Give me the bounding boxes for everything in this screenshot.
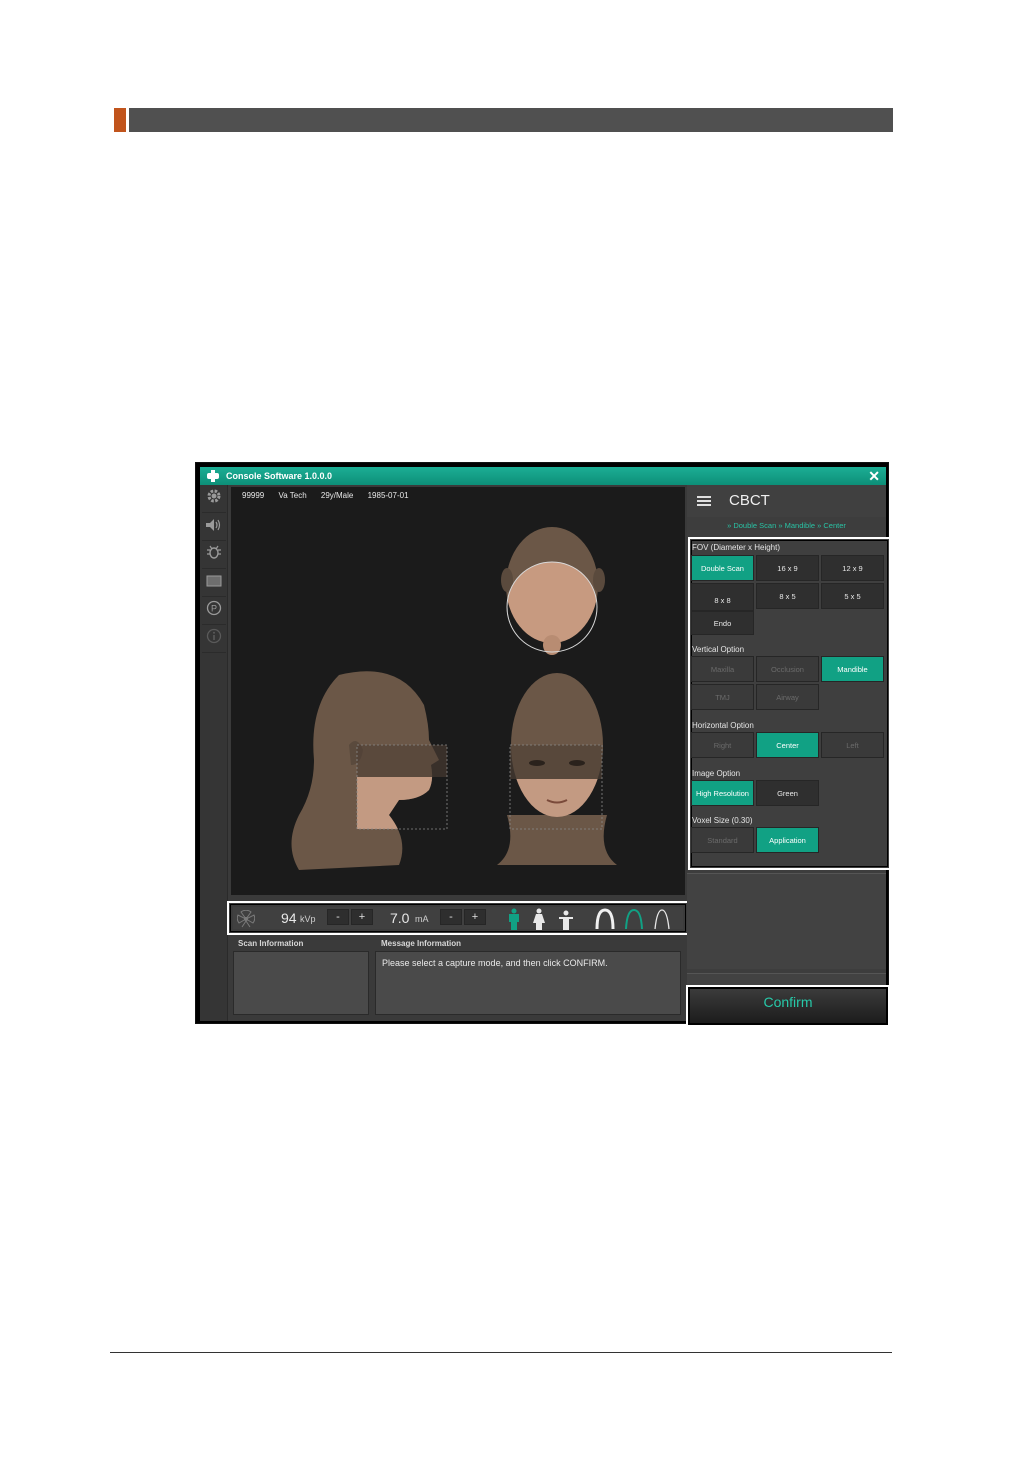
confirm-button-frame: Confirm xyxy=(686,985,890,1027)
voxel-option-standard[interactable]: Standard xyxy=(691,827,754,853)
horizontal-option-left[interactable]: Left xyxy=(821,732,884,758)
horizontal-option-center[interactable]: Center xyxy=(756,732,819,758)
gear-icon[interactable] xyxy=(202,487,226,513)
fov-label: FOV (Diameter x Height) xyxy=(692,543,781,552)
adult-large-icon[interactable] xyxy=(507,908,521,935)
scan-info-box xyxy=(233,951,369,1015)
speaker-icon[interactable] xyxy=(202,515,226,541)
vertical-option-tmj[interactable]: TMJ xyxy=(691,684,754,710)
window-title: Console Software 1.0.0.0 xyxy=(226,471,333,481)
console-window: Console Software 1.0.0.0 ✕ P 99999 Va Te… xyxy=(195,462,891,1024)
head-top-view xyxy=(501,527,605,655)
scan-info-header: Scan Information xyxy=(238,939,304,948)
document-section-header xyxy=(114,108,893,132)
patient-dob: 1985-07-01 xyxy=(367,491,409,500)
child-icon[interactable] xyxy=(558,910,574,935)
patient-name: Va Tech xyxy=(278,491,307,500)
head-front-view xyxy=(497,673,617,865)
vertical-option-mandible[interactable]: Mandible xyxy=(821,656,884,682)
image-option-high-resolution[interactable]: High Resolution xyxy=(691,780,754,806)
patient-age-sex: 29y/Male xyxy=(320,491,354,500)
horizontal-option-right[interactable]: Right xyxy=(691,732,754,758)
parking-icon[interactable]: P xyxy=(202,599,226,625)
vertical-option-occlusion[interactable]: Occlusion xyxy=(756,656,819,682)
exposure-control-bar: 94 kVp - + 7.0 mA - + xyxy=(227,901,689,935)
tool-sidebar: P xyxy=(200,485,228,1021)
bug-icon[interactable] xyxy=(202,543,226,569)
vertical-option-label: Vertical Option xyxy=(692,645,745,654)
fov-option-16x9[interactable]: 16 x 9 xyxy=(756,555,819,581)
patient-id: 99999 xyxy=(242,491,265,500)
footer-rule xyxy=(110,1352,892,1353)
ma-decrease-button[interactable]: - xyxy=(440,909,462,925)
kvp-increase-button[interactable]: + xyxy=(351,909,373,925)
kvp-unit: kVp xyxy=(300,914,316,924)
image-option-label: Image Option xyxy=(692,769,741,778)
ma-value: 7.0 xyxy=(390,910,410,926)
ma-unit: mA xyxy=(415,914,429,924)
breadcrumb: » Double Scan » Mandible » Center xyxy=(727,521,846,530)
menu-icon[interactable] xyxy=(697,496,711,506)
fov-option-12x9[interactable]: 12 x 9 xyxy=(821,555,884,581)
title-bar: Console Software 1.0.0.0 ✕ xyxy=(200,467,886,485)
fov-option-double-scan[interactable]: Double Scan xyxy=(691,555,754,581)
head-positioning-viewer: 99999 Va Tech 29y/Male 1985-07-01 xyxy=(231,487,685,895)
message-info-header: Message Information xyxy=(381,939,462,948)
head-side-view xyxy=(291,671,448,870)
kvp-decrease-button[interactable]: - xyxy=(327,909,349,925)
section-accent-marker xyxy=(114,108,126,132)
kvp-value: 94 xyxy=(281,910,297,926)
svg-text:P: P xyxy=(211,604,217,614)
horizontal-option-label: Horizontal Option xyxy=(692,721,754,730)
voxel-option-application[interactable]: Application xyxy=(756,827,819,853)
app-body: P 99999 Va Tech 29y/Male 1985-07-01 94 k… xyxy=(200,485,891,1021)
radiation-icon xyxy=(236,909,256,933)
vertical-option-airway[interactable]: Airway xyxy=(756,684,819,710)
message-text: Please select a capture mode, and then c… xyxy=(382,958,608,968)
arch-wide-icon[interactable] xyxy=(594,908,616,935)
patient-info: 99999 Va Tech 29y/Male 1985-07-01 xyxy=(242,491,421,500)
monitor-icon[interactable] xyxy=(202,571,226,597)
arch-narrow-icon[interactable] xyxy=(651,908,673,935)
message-info-box: Please select a capture mode, and then c… xyxy=(375,951,681,1015)
panel-spacer xyxy=(687,873,886,969)
capture-options: FOV (Diameter x Height) Double Scan 16 x… xyxy=(688,537,891,870)
adult-female-icon[interactable] xyxy=(532,908,546,935)
mode-settings-panel: CBCT » Double Scan » Mandible » Center F… xyxy=(687,485,891,1021)
voxel-size-label: Voxel Size (0.30) xyxy=(692,816,753,825)
scanner-icon xyxy=(206,470,220,482)
confirm-button[interactable]: Confirm xyxy=(690,989,886,1023)
fov-option-endo[interactable]: Endo xyxy=(691,611,754,635)
panel-header: CBCT xyxy=(687,485,886,517)
fov-option-8x8[interactable]: 8 x 8 xyxy=(691,583,754,611)
arch-medium-icon[interactable] xyxy=(623,908,645,935)
ma-increase-button[interactable]: + xyxy=(464,909,486,925)
vertical-option-maxilla[interactable]: Maxilla xyxy=(691,656,754,682)
fov-option-8x5[interactable]: 8 x 5 xyxy=(756,583,819,609)
info-icon xyxy=(202,627,226,653)
image-option-green[interactable]: Green xyxy=(756,780,819,806)
fov-option-5x5[interactable]: 5 x 5 xyxy=(821,583,884,609)
close-icon[interactable]: ✕ xyxy=(868,468,880,484)
mode-title: CBCT xyxy=(729,492,770,509)
